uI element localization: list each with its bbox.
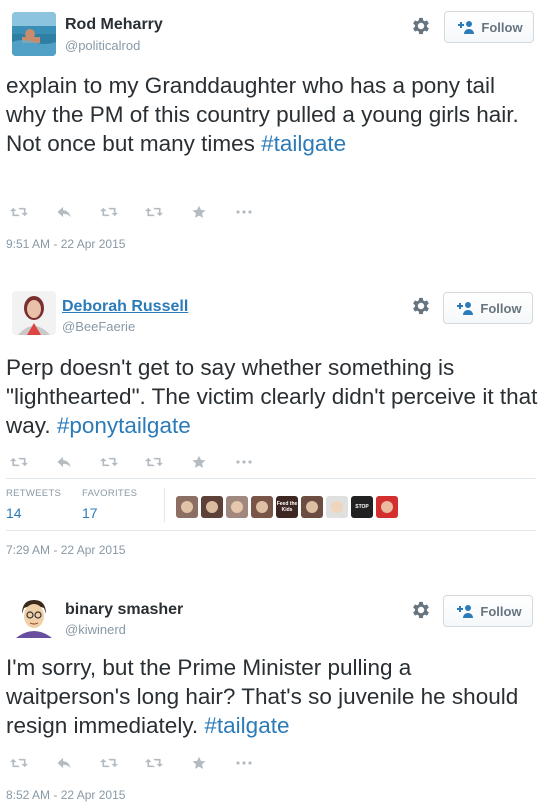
avatar-face <box>331 501 343 513</box>
favoriter-avatar[interactable] <box>376 496 398 518</box>
avatar[interactable] <box>12 594 56 638</box>
user-handle[interactable]: @kiwinerd <box>65 622 126 637</box>
retweets-count: 14 <box>6 505 22 521</box>
more-icon[interactable] <box>233 454 255 470</box>
gear-icon[interactable] <box>410 295 432 317</box>
favorite-icon[interactable] <box>188 204 210 220</box>
avatar-face <box>306 501 318 513</box>
hashtag-link[interactable]: #ponytailgate <box>57 413 191 438</box>
favorites-count: 17 <box>82 505 98 521</box>
avatar[interactable] <box>12 291 56 335</box>
retweet-icon[interactable] <box>143 454 165 470</box>
divider <box>164 488 165 522</box>
avatar-face <box>181 501 193 513</box>
gear-icon[interactable] <box>410 15 432 37</box>
retweets-stat[interactable]: RETWEETS 14 <box>6 488 61 521</box>
tweet-stats: RETWEETS 14 FAVORITES 17 Feed the Kids ST… <box>6 488 426 524</box>
tweet-text: I'm sorry, but the Prime Minister pullin… <box>6 653 540 740</box>
follow-button[interactable]: Follow <box>443 595 533 627</box>
timestamp[interactable]: 7:29 AM - 22 Apr 2015 <box>6 543 125 557</box>
timestamp[interactable]: 9:51 AM - 22 Apr 2015 <box>6 237 125 251</box>
hashtag-link[interactable]: #tailgate <box>261 131 346 156</box>
follow-label: Follow <box>480 603 522 619</box>
tweet-text: Perp doesn't get to say whether somethin… <box>6 353 540 440</box>
favoriter-avatar[interactable]: Feed the Kids <box>276 496 298 518</box>
divider <box>6 478 536 479</box>
favorite-icon[interactable] <box>188 454 210 470</box>
avatar-caption: STOP <box>355 504 369 510</box>
tweet-text: explain to my Granddaughter who has a po… <box>6 71 540 158</box>
avatar-face <box>231 501 243 513</box>
follow-label: Follow <box>480 300 522 316</box>
tweet: Deborah Russell @BeeFaerie Follow Perp d… <box>0 268 544 570</box>
favorites-stat[interactable]: FAVORITES 17 <box>82 488 137 521</box>
retweet-icon[interactable] <box>143 204 165 220</box>
avatar[interactable] <box>12 12 56 56</box>
favorites-label: FAVORITES <box>82 488 138 499</box>
reply-icon[interactable] <box>53 454 75 470</box>
retweet-icon[interactable] <box>98 204 120 220</box>
hashtag-link[interactable]: #tailgate <box>204 713 289 738</box>
timestamp[interactable]: 8:52 AM - 22 Apr 2015 <box>6 788 125 802</box>
avatar-face <box>256 501 268 513</box>
tweet-actions <box>8 454 278 470</box>
retweet-icon[interactable] <box>8 755 30 771</box>
tweet: binary smasher @kiwinerd Follow I'm sorr… <box>0 580 544 810</box>
divider <box>6 530 536 531</box>
avatar-caption: Feed the Kids <box>276 501 298 513</box>
follow-button[interactable]: Follow <box>444 11 534 43</box>
user-name[interactable]: Deborah Russell <box>62 298 188 316</box>
tweet: Rod Meharry @politicalrod Follow explain… <box>0 0 544 262</box>
tweet-actions <box>8 755 278 771</box>
reply-icon[interactable] <box>53 204 75 220</box>
gear-icon[interactable] <box>410 599 432 621</box>
avatar-face <box>381 501 393 513</box>
retweet-icon[interactable] <box>143 755 165 771</box>
user-handle[interactable]: @BeeFaerie <box>62 319 135 334</box>
avatar-face <box>206 501 218 513</box>
user-handle[interactable]: @politicalrod <box>65 38 140 53</box>
favoriter-avatar[interactable] <box>176 496 198 518</box>
add-user-icon <box>454 301 474 315</box>
tweet-actions <box>8 204 278 220</box>
favoriter-avatar[interactable] <box>301 496 323 518</box>
follow-button[interactable]: Follow <box>443 292 533 324</box>
favoriter-avatar[interactable] <box>201 496 223 518</box>
reply-icon[interactable] <box>53 755 75 771</box>
retweets-label: RETWEETS <box>6 488 62 499</box>
favorite-icon[interactable] <box>188 755 210 771</box>
follow-label: Follow <box>481 19 523 35</box>
retweet-icon[interactable] <box>8 204 30 220</box>
retweet-icon[interactable] <box>98 454 120 470</box>
retweet-icon[interactable] <box>98 755 120 771</box>
more-icon[interactable] <box>233 204 255 220</box>
favoriter-avatars: Feed the Kids STOP <box>176 496 398 518</box>
favoriter-avatar[interactable] <box>251 496 273 518</box>
user-name[interactable]: binary smasher <box>65 601 183 619</box>
add-user-icon <box>455 20 475 34</box>
retweet-icon[interactable] <box>8 454 30 470</box>
more-icon[interactable] <box>233 755 255 771</box>
favoriter-avatar[interactable] <box>326 496 348 518</box>
favoriter-avatar[interactable] <box>226 496 248 518</box>
add-user-icon <box>454 604 474 618</box>
user-name[interactable]: Rod Meharry <box>65 16 163 34</box>
favoriter-avatar[interactable]: STOP <box>351 496 373 518</box>
